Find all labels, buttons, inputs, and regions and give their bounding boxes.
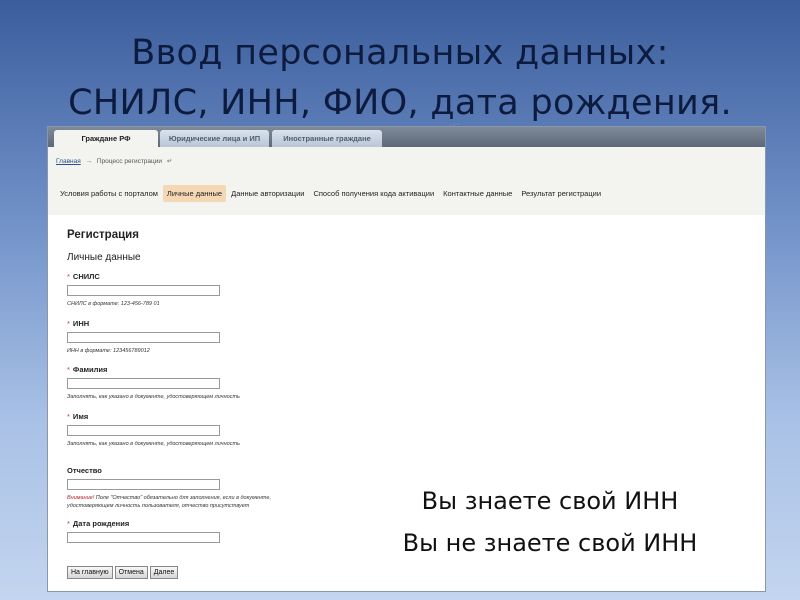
snils-hint: СНИЛС в формате: 123-456-789 01 bbox=[67, 301, 160, 307]
next-button[interactable]: Далее bbox=[149, 566, 179, 579]
breadcrumb-home-link[interactable]: Главная bbox=[56, 158, 81, 165]
required-mark: * bbox=[67, 365, 70, 374]
breadcrumb: Главная → Процесс регистрации ↵ bbox=[56, 157, 175, 165]
snils-input[interactable] bbox=[67, 285, 220, 296]
birthdate-field-group: * Дата рождения bbox=[67, 518, 220, 543]
surname-hint: Заполнять, как указано в документе, удос… bbox=[67, 394, 240, 400]
required-mark: * bbox=[67, 319, 70, 328]
birthdate-label: Дата рождения bbox=[72, 519, 130, 528]
step-terms[interactable]: Условия работы с порталом bbox=[56, 185, 162, 202]
arrow-right-icon: → bbox=[85, 158, 93, 165]
citizen-type-tabbar: Граждане РФ Юридические лица и ИП Иностр… bbox=[48, 127, 765, 147]
patronymic-field-group: Отчество Внимание! Поле "Отчество" обяза… bbox=[67, 465, 271, 510]
name-input[interactable] bbox=[67, 425, 220, 436]
cancel-button[interactable]: Отмена bbox=[114, 566, 148, 579]
required-mark: * bbox=[67, 519, 70, 528]
name-field-group: * Имя Заполнять, как указано в документе,… bbox=[67, 411, 240, 448]
home-button[interactable]: На главную bbox=[67, 566, 113, 579]
step-activation-method[interactable]: Способ получения кода активации bbox=[309, 185, 438, 202]
name-hint: Заполнять, как указано в документе, удос… bbox=[67, 441, 240, 447]
step-auth-data[interactable]: Данные авторизации bbox=[227, 185, 308, 202]
form-title: Регистрация bbox=[67, 229, 139, 241]
patronymic-hint-line-2: удостоверяющем личность пользователя, от… bbox=[67, 503, 250, 509]
inn-input[interactable] bbox=[67, 332, 220, 343]
slide-title-line-2: СНИЛС, ИНН, ФИО, дата рождения. bbox=[68, 83, 732, 123]
required-mark: * bbox=[67, 272, 70, 281]
name-label: Имя bbox=[72, 412, 89, 421]
tab-citizens-rf[interactable]: Граждане РФ bbox=[54, 130, 158, 147]
tab-foreign-citizens[interactable]: Иностранные граждане bbox=[272, 130, 382, 147]
required-mark: * bbox=[67, 412, 70, 421]
inn-field-group: * ИНН ИНН в формате: 123456789012 bbox=[67, 318, 220, 355]
inn-hint: ИНН в формате: 123456789012 bbox=[67, 348, 150, 354]
registration-steps: Условия работы с порталом Личные данные … bbox=[56, 183, 606, 203]
snils-field-group: * СНИЛС СНИЛС в формате: 123-456-789 01 bbox=[67, 271, 220, 308]
step-personal-data[interactable]: Личные данные bbox=[162, 184, 227, 202]
step-contact-data[interactable]: Контактные данные bbox=[439, 185, 516, 202]
tab-legal-entities[interactable]: Юридические лица и ИП bbox=[160, 130, 269, 147]
breadcrumb-current: Процесс регистрации bbox=[96, 158, 163, 165]
inn-label: ИНН bbox=[72, 319, 90, 328]
form-buttons: На главную Отмена Далее bbox=[67, 566, 180, 579]
snils-label: СНИЛС bbox=[72, 272, 100, 281]
patronymic-hint: Внимание! Поле "Отчество" обязательно дл… bbox=[67, 494, 271, 510]
patronymic-hint-line-1: Поле "Отчество" обязательно для заполнен… bbox=[94, 495, 271, 501]
step-result[interactable]: Результат регистрации bbox=[517, 185, 605, 202]
form-subtitle: Личные данные bbox=[67, 252, 141, 263]
birthdate-input[interactable] bbox=[67, 532, 220, 543]
overlay-line-1: Вы знаете свой ИНН bbox=[421, 487, 679, 515]
patronymic-input[interactable] bbox=[67, 479, 220, 490]
arrow-return-icon: ↵ bbox=[166, 158, 173, 165]
slide-overlay-text: Вы знаете свой ИНН Вы не знаете свой ИНН bbox=[340, 480, 760, 564]
patronymic-hint-warning: Внимание! bbox=[67, 495, 95, 501]
overlay-line-2: Вы не знаете свой ИНН bbox=[402, 529, 698, 557]
surname-input[interactable] bbox=[67, 378, 220, 389]
surname-field-group: * Фамилия Заполнять, как указано в докуме… bbox=[67, 364, 240, 401]
navigation-area: Главная → Процесс регистрации ↵ Условия … bbox=[48, 147, 765, 215]
patronymic-label: Отчество bbox=[67, 466, 102, 475]
slide-title: Ввод персональных данных: СНИЛС, ИНН, ФИ… bbox=[0, 28, 800, 128]
surname-label: Фамилия bbox=[72, 365, 108, 374]
slide-title-line-1: Ввод персональных данных: bbox=[131, 33, 669, 73]
